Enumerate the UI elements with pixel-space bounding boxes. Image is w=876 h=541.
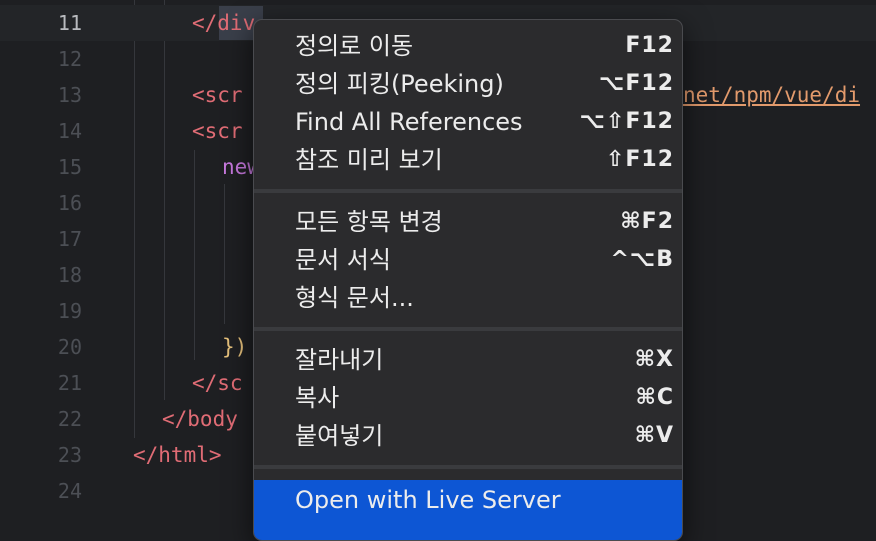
menu-item-shortcut: ⌥⇧F12 — [579, 109, 674, 134]
menu-item-cut[interactable]: 잘라내기 ⌘X — [254, 340, 682, 378]
line-number: 21 — [57, 371, 82, 395]
menu-item-shortcut: ⌥F12 — [599, 71, 674, 96]
context-menu: 정의로 이동 F12 정의 피킹(Peeking) ⌥F12 Find All … — [253, 19, 683, 541]
line-number: 13 — [57, 83, 82, 107]
menu-item-label: 참조 미리 보기 — [295, 146, 443, 174]
script-src-link[interactable]: net/npm/vue/di — [683, 83, 860, 107]
code-text: <scr — [192, 83, 243, 107]
line-number: 20 — [57, 335, 82, 359]
menu-item-label: 형식 문서... — [295, 284, 414, 312]
menu-item-shortcut: ⌘C — [635, 385, 674, 410]
menu-item-label: 붙여넣기 — [295, 422, 384, 450]
line-number: 18 — [57, 263, 82, 287]
menu-item-peek-definition[interactable]: 정의 피킹(Peeking) ⌥F12 — [254, 64, 682, 102]
menu-item-copy[interactable]: 복사 ⌘C — [254, 378, 682, 416]
menu-item-shortcut: F12 — [625, 33, 674, 58]
code-text: </body — [162, 407, 238, 431]
line-number: 15 — [57, 155, 82, 179]
menu-item-paste[interactable]: 붙여넣기 ⌘V — [254, 416, 682, 454]
menu-item-format-document[interactable]: 문서 서식 ^⌥B — [254, 240, 682, 278]
menu-item-shortcut: ⌘X — [634, 347, 674, 372]
menu-item-shortcut: ^⌥B — [610, 247, 674, 272]
menu-item-shortcut: ⌘F2 — [620, 209, 674, 234]
code-text: </sc — [192, 371, 243, 395]
menu-item-label: 정의 피킹(Peeking) — [295, 70, 504, 98]
menu-separator — [254, 327, 682, 331]
menu-item-label: Open with Live Server — [295, 486, 561, 514]
menu-item-find-all-references[interactable]: Find All References ⌥⇧F12 — [254, 102, 682, 140]
line-number: 24 — [57, 479, 82, 503]
code-text: </html> — [133, 443, 222, 467]
code-text: }) — [222, 335, 248, 359]
code-text: <scr — [192, 119, 243, 143]
line-number: 17 — [57, 227, 82, 251]
line-number: 11 — [57, 11, 82, 35]
menu-item-label: 모든 항목 변경 — [295, 208, 443, 236]
menu-item-change-all-occurrences[interactable]: 모든 항목 변경 ⌘F2 — [254, 202, 682, 240]
line-number: 12 — [57, 47, 82, 71]
menu-item-shortcut: ⇧F12 — [605, 147, 674, 172]
line-number: 16 — [57, 191, 82, 215]
menu-item-label: 문서 서식 — [295, 246, 391, 274]
code-text: </div — [192, 11, 256, 35]
menu-item-format-document-with[interactable]: 형식 문서... — [254, 278, 682, 316]
menu-item-label: 정의로 이동 — [295, 32, 414, 60]
line-number: 22 — [57, 407, 82, 431]
menu-item-label: 복사 — [295, 384, 340, 412]
menu-item-shortcut: ⌘V — [634, 423, 674, 448]
menu-item-peek-references[interactable]: 참조 미리 보기 ⇧F12 — [254, 140, 682, 178]
line-number: 19 — [57, 299, 82, 323]
line-number: 23 — [57, 443, 82, 467]
menu-separator — [254, 189, 682, 193]
menu-item-open-with-live-server[interactable]: Open with Live Server — [254, 480, 682, 540]
line-number: 14 — [57, 119, 82, 143]
menu-item-label: 잘라내기 — [295, 346, 384, 374]
menu-item-label: Find All References — [295, 108, 523, 136]
menu-separator — [254, 465, 682, 469]
menu-item-go-to-definition[interactable]: 정의로 이동 F12 — [254, 26, 682, 64]
